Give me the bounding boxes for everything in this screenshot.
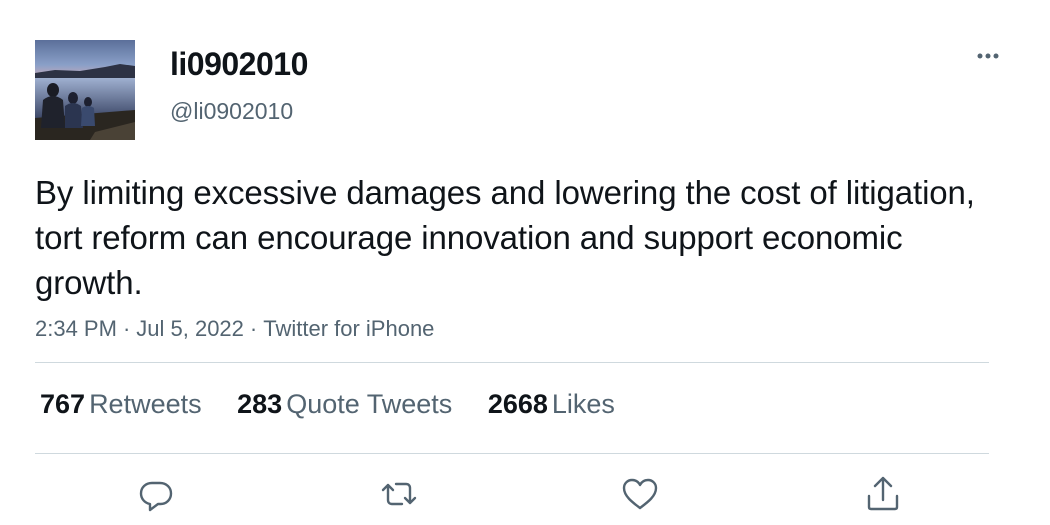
likes-count: 2668 bbox=[487, 389, 548, 419]
quotes-count: 283 bbox=[237, 389, 283, 419]
quote-tweets-stat[interactable]: 283 Quote Tweets bbox=[237, 386, 452, 422]
divider bbox=[35, 362, 989, 363]
retweet-icon[interactable] bbox=[379, 474, 419, 514]
likes-stat[interactable]: 2668 Likes bbox=[488, 386, 615, 422]
avatar[interactable] bbox=[35, 40, 135, 140]
heart-icon[interactable] bbox=[620, 474, 660, 514]
tweet-text: By limiting excessive damages and loweri… bbox=[35, 174, 975, 301]
divider bbox=[35, 453, 989, 454]
tweet-stats: 767 Retweets 283 Quote Tweets 2668 Likes bbox=[40, 386, 643, 422]
author-display-name[interactable]: li0902010 bbox=[170, 44, 308, 84]
retweets-count: 767 bbox=[40, 389, 86, 419]
retweets-stat[interactable]: 767 Retweets bbox=[40, 386, 202, 422]
tweet-source[interactable]: Twitter for iPhone bbox=[263, 316, 434, 341]
tweet-meta: 2:34 PM · Jul 5, 2022 · Twitter for iPhone bbox=[35, 314, 434, 344]
tweet-time[interactable]: 2:34 PM bbox=[35, 316, 117, 341]
meta-separator: · bbox=[249, 316, 258, 341]
reply-icon[interactable] bbox=[136, 474, 176, 514]
likes-label: Likes bbox=[551, 389, 615, 419]
meta-separator: · bbox=[122, 316, 131, 341]
tweet-date[interactable]: Jul 5, 2022 bbox=[136, 316, 244, 341]
tweet-card: li0902010 @li0902010 By limiting excessi… bbox=[0, 0, 1050, 525]
author-handle[interactable]: @li0902010 bbox=[170, 96, 293, 126]
retweets-label: Retweets bbox=[89, 389, 202, 419]
more-horizontal-icon[interactable] bbox=[968, 40, 1008, 72]
quotes-label: Quote Tweets bbox=[286, 389, 453, 419]
share-icon[interactable] bbox=[863, 474, 903, 514]
